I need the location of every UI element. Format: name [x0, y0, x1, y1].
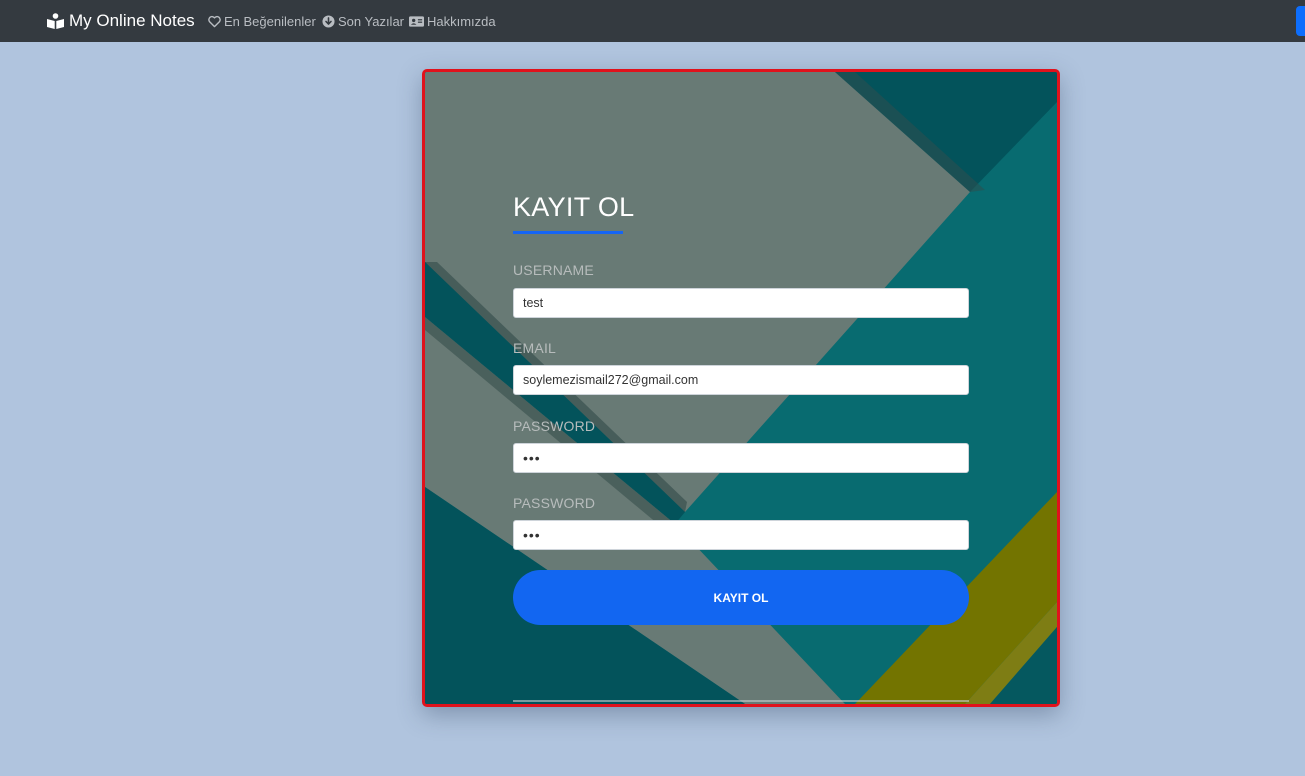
nav-link-label: En Beğenilenler — [224, 13, 316, 29]
nav-link-hakkimizda[interactable]: Hakkımızda — [409, 0, 496, 42]
password-confirm-input[interactable] — [513, 520, 969, 550]
register-card: KAYIT OL USERNAME EMAIL PASSWORD PASSWOR… — [422, 69, 1060, 707]
password-input[interactable] — [513, 443, 969, 473]
username-input[interactable] — [513, 288, 969, 318]
nav-link-son-yazilar[interactable]: Son Yazılar — [322, 0, 404, 42]
email-label: EMAIL — [513, 340, 557, 356]
username-label: USERNAME — [513, 262, 594, 278]
brand-link[interactable]: My Online Notes — [47, 0, 195, 42]
nav-link-label: Son Yazılar — [338, 13, 405, 29]
password-label: PASSWORD — [513, 418, 596, 434]
id-card-icon — [409, 15, 424, 27]
arrow-circle-down-icon — [322, 14, 335, 28]
password-confirm-label: PASSWORD — [513, 495, 596, 511]
register-submit-button[interactable]: KAYIT OL — [513, 570, 969, 625]
navbar-right-button[interactable] — [1296, 6, 1305, 36]
email-input[interactable] — [513, 365, 969, 395]
bottom-divider — [513, 700, 969, 702]
navbar: My Online Notes En Beğenilenler Son Yazı… — [0, 0, 1305, 42]
heart-icon — [208, 15, 221, 27]
nav-link-label: Hakkımızda — [427, 13, 496, 29]
form-title: KAYIT OL — [513, 192, 635, 222]
brand-label: My Online Notes — [69, 11, 195, 30]
title-underline — [513, 231, 623, 234]
book-reader-icon — [47, 13, 64, 29]
nav-link-en-begenilenler[interactable]: En Beğenilenler — [208, 0, 316, 42]
